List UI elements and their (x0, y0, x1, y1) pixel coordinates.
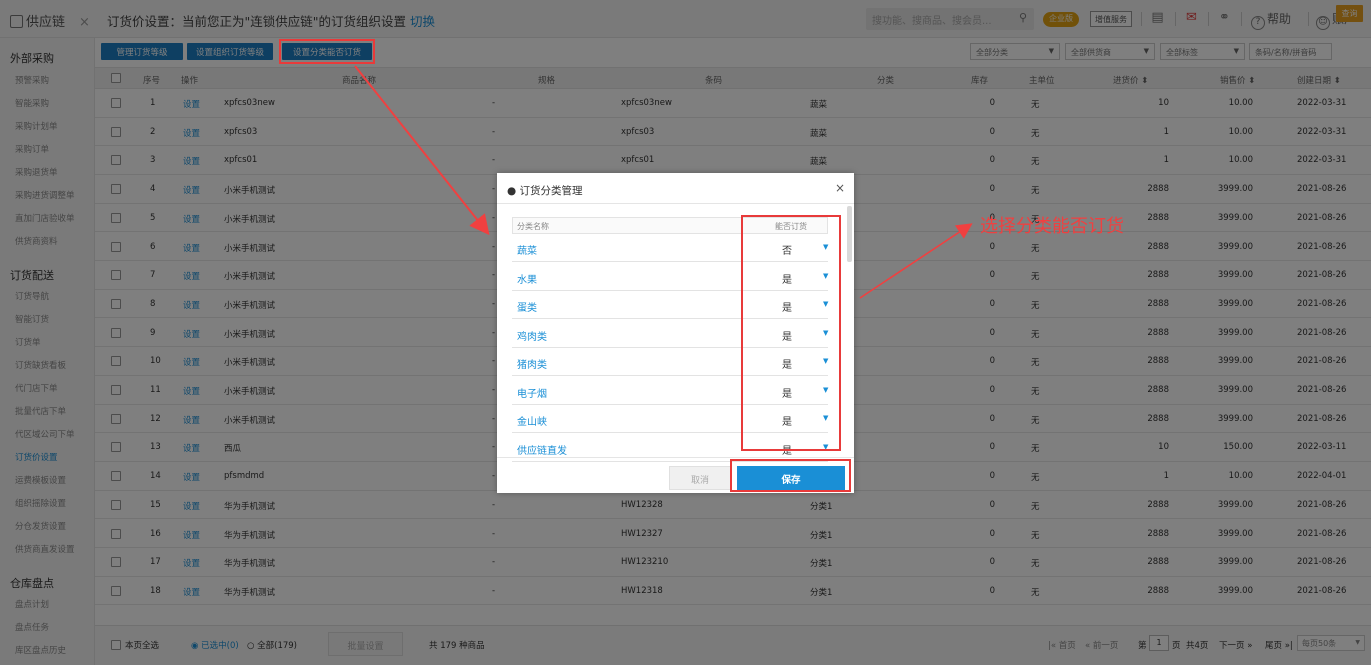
annotation-text: 选择分类能否订货 (980, 216, 1124, 237)
arrow-to-annotation (859, 223, 973, 299)
arrow-to-dialog (354, 65, 490, 236)
annotation-arrows (354, 65, 973, 299)
